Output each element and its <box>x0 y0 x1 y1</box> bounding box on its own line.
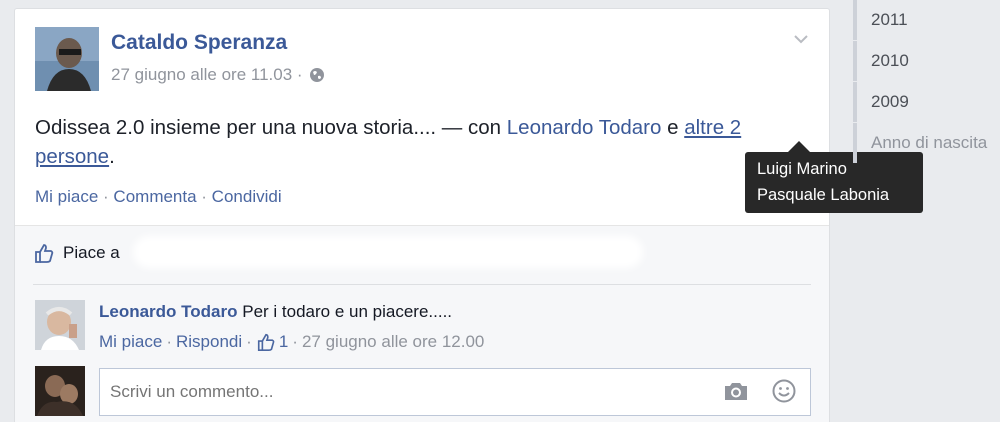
comment-input[interactable] <box>99 368 811 416</box>
timeline-nav: 2011 2010 2009 Anno di nascita <box>853 0 1000 422</box>
separator: · <box>166 332 172 351</box>
timeline-item-2009[interactable]: 2009 <box>853 82 1000 122</box>
comments-section: Piace a Leonardo Todaro Per i todaro e u… <box>15 226 829 422</box>
separator: · <box>98 187 114 206</box>
comment-like-count[interactable]: 1 <box>256 332 288 352</box>
commenter-avatar[interactable] <box>35 300 85 350</box>
chevron-down-icon[interactable] <box>791 29 811 49</box>
comment-timestamp[interactable]: 27 giugno alle ore 12.00 <box>302 332 484 352</box>
comment-like-button[interactable]: Mi piace <box>99 332 162 352</box>
timeline-item-2011[interactable]: 2011 <box>853 0 1000 40</box>
separator: · <box>196 187 212 206</box>
post-card: Cataldo Speranza 27 giugno alle ore 11.0… <box>14 8 830 422</box>
post-text-main: Odissea 2.0 insieme per una nuova storia… <box>35 116 507 139</box>
globe-icon[interactable] <box>309 67 325 83</box>
timeline-item-birth-year[interactable]: Anno di nascita <box>853 123 1000 163</box>
post-actions: Mi piace · Commenta · Condividi <box>35 187 282 207</box>
comment-author-link[interactable]: Leonardo Todaro <box>99 302 238 321</box>
likes-label: Piace a <box>63 243 120 262</box>
comment-text: Per i todaro e un piacere..... <box>237 302 453 321</box>
separator: · <box>292 332 298 351</box>
tooltip-arrow <box>788 141 810 152</box>
camera-icon[interactable] <box>723 380 749 402</box>
like-count-value: 1 <box>278 332 289 351</box>
thumbs-up-icon <box>33 242 55 264</box>
reply-button[interactable]: Rispondi <box>176 332 242 352</box>
thumbs-up-icon <box>257 333 275 351</box>
likes-row: Piace a <box>33 242 120 264</box>
comment-body: Leonardo Todaro Per i todaro e un piacer… <box>99 302 452 322</box>
comment-actions: Mi piace · Rispondi · 1 · 27 giugno alle… <box>99 332 484 352</box>
post-text: Odissea 2.0 insieme per una nuova storia… <box>35 113 815 171</box>
post-text-period: . <box>109 145 115 168</box>
current-user-avatar <box>35 366 85 416</box>
like-button[interactable]: Mi piace <box>35 187 98 206</box>
post-text-conj: e <box>661 116 685 139</box>
separator: · <box>246 332 252 351</box>
smiley-icon[interactable] <box>771 378 797 404</box>
author-name-link[interactable]: Cataldo Speranza <box>111 31 287 55</box>
post-meta: 27 giugno alle ore 11.03 · <box>111 65 325 85</box>
divider <box>33 284 811 285</box>
author-avatar[interactable] <box>35 27 99 91</box>
blurred-likers <box>133 236 643 268</box>
post-timestamp[interactable]: 27 giugno alle ore 11.03 · <box>111 65 303 85</box>
share-button[interactable]: Condividi <box>212 187 282 206</box>
timeline-item-2010[interactable]: 2010 <box>853 41 1000 81</box>
tagged-person-link[interactable]: Leonardo Todaro <box>507 116 662 139</box>
comment-button[interactable]: Commenta <box>113 187 196 206</box>
